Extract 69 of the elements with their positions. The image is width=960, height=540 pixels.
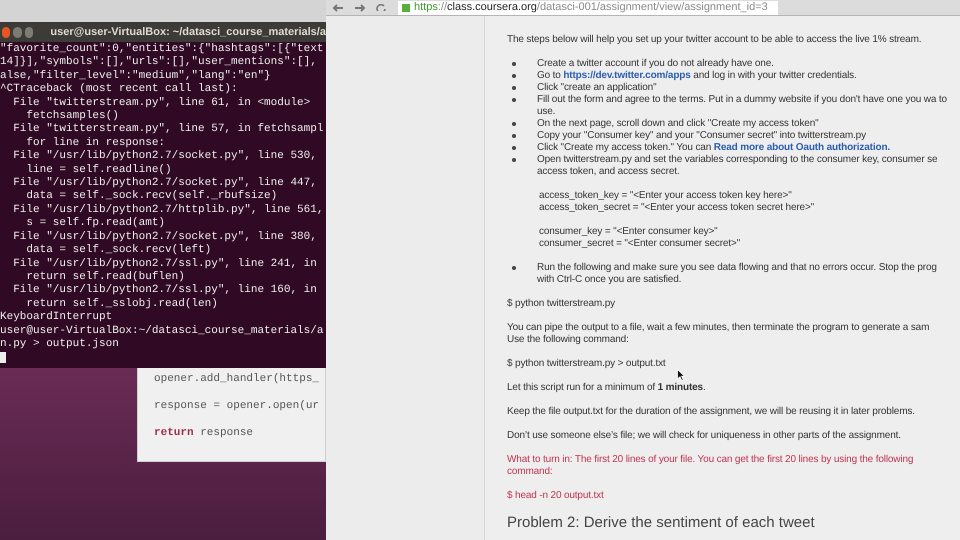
terminal-line: for line in response: — [25, 136, 166, 149]
list-item-text: Go to https://dev.twitter.com/apps and log in with your twitter credentials. — [537, 70, 858, 82]
terminal-line: File "twitterstream.py", line 61, in <module> — [12, 96, 310, 109]
minimize-button[interactable] — [13, 26, 22, 38]
forward-icon[interactable] — [354, 4, 366, 12]
code-line: consumer_key = "<Enter consumer key>" — [539, 226, 719, 238]
code-line: consumer_secret = "<Enter consumer secret>" — [539, 238, 742, 250]
warning-text: What to turn in: The first 20 lines of your file. You can get the first 20 lines by using the following command: — [507, 454, 914, 478]
paragraph: You can pipe the output to a file, wait a few minutes, then terminate the program to generate a sam Use the following command: — [507, 322, 930, 346]
terminal-line: File "/usr/lib/python2.7/socket.py", line 530, — [12, 150, 317, 162]
code-line: access_token_secret = "<Enter your access token secret here>" — [539, 202, 816, 214]
terminal-line: user@user-VirtualBox:~/datasci_course_materials/a — [0, 324, 324, 337]
code-line: opener.add_handler(https_ — [154, 372, 320, 387]
terminal-line: fetchsamples() — [25, 110, 119, 122]
list-item-text: Click "create an application" — [537, 82, 658, 94]
terminal-line: ^CTraceback (most recent call last): — [0, 83, 238, 96]
bullet-icon — [512, 86, 516, 90]
bullet-icon — [512, 98, 516, 102]
bullet-icon — [512, 266, 516, 270]
warning-text: $ head -n 20 output.txt — [507, 490, 605, 502]
terminal-line: File "/usr/lib/python2.7/socket.py", line 380, — [12, 230, 317, 243]
terminal-line: File "/usr/lib/python2.7/socket.py", line 447, — [12, 177, 317, 190]
terminal-line: File "/usr/lib/python2.7/ssl.py", line 160, in — [12, 284, 317, 296]
bullet-icon — [512, 74, 516, 78]
close-button[interactable] — [2, 26, 10, 38]
bullet-icon — [512, 146, 516, 150]
terminal-line: "favorite_count":0,"entities":{"hashtags":[{"text — [0, 43, 324, 55]
code-line: access_token_key = "<Enter your access token key here>" — [539, 190, 793, 202]
terminal-line: data = self._sock.recv(self._rbufsize) — [25, 190, 278, 202]
reload-icon[interactable] — [376, 4, 386, 11]
terminal-line: s = self.fp.read(amt) — [25, 217, 166, 230]
terminal-line: File "/usr/lib/python2.7/httplib.py", line 561, — [12, 204, 324, 216]
paragraph: Let this script run for a minimum of 1 minutes. — [507, 382, 707, 394]
terminal-line: n.py > output.json — [0, 338, 119, 350]
list-item-text: Fill out the form and agree to the terms. Put in a dummy website if you don't have one you wa to use. — [537, 94, 947, 118]
list-item-text: Run the following and make sure you see data flowing and that no errors occur. Stop the prog with Ctrl-C once you are satisfied. — [537, 262, 938, 286]
terminal-line: return self.read(buflen) — [25, 270, 185, 283]
terminal-line: line = self.readline() — [25, 164, 172, 176]
bullet-icon — [512, 62, 516, 66]
back-icon[interactable] — [332, 4, 344, 12]
paragraph: The steps below will help you set up your twitter account to be able to access the live 1% stream. — [507, 34, 922, 46]
list-item-text: Open twitterstream.py and set the variables corresponding to the consumer key, consumer se access token, and access secret. — [537, 154, 938, 178]
paragraph: $ python twitterstream.py — [507, 298, 616, 310]
terminal-line: File "twitterstream.py", line 57, in fetchsampl — [12, 123, 324, 136]
paragraph: $ python twitterstream.py > output.txt — [507, 358, 667, 370]
terminal-line: 14]}],"symbols":[],"urls":[],"user_mentions":[], — [0, 56, 317, 68]
paragraph: Keep the file output.txt for the duration of the assignment, we will be reusing it in later problems. — [507, 406, 916, 418]
list-item-text: On the next page, scroll down and click "Create my access token" — [537, 118, 820, 130]
bullet-icon — [512, 134, 516, 138]
section-heading: Problem 2: Derive the sentiment of each tweet — [507, 514, 816, 532]
window-title: user@user-VirtualBox: ~/datasci_course_materials/a — [50, 24, 326, 40]
terminal-line: File "/usr/lib/python2.7/ssl.py", line 241, in — [12, 258, 317, 270]
terminal-line: alse,"filter_level":"medium","lang":"en"} — [0, 70, 271, 82]
terminal-line: KeyboardInterrupt — [0, 311, 112, 324]
code-line: return response — [154, 426, 254, 441]
terminal-line: return self._sslobj.read(len) — [25, 298, 218, 310]
list-item-text: Click "Create my access token." You can Read more about Oauth authorization. — [537, 142, 892, 154]
terminal-cursor — [0, 352, 6, 364]
link[interactable]: Read more about Oauth authorization. — [714, 142, 890, 153]
list-item-text: Create a twitter account if you do not already have one. — [537, 58, 775, 70]
maximize-button[interactable] — [24, 26, 34, 38]
bullet-icon — [512, 158, 516, 162]
paragraph: Don’t use someone else’s file; we will check for uniqueness in other parts of the assignment. — [507, 430, 902, 442]
code-line: response = opener.open(ur — [154, 399, 320, 414]
bullet-icon — [512, 122, 516, 126]
mouse-cursor-icon — [677, 369, 685, 381]
terminal-line: data = self._sock.recv(left) — [25, 244, 212, 256]
list-item-text: Copy your "Consumer key" and your "Consumer secret" into twitterstream.py — [537, 130, 867, 142]
link[interactable]: https://dev.twitter.com/apps — [563, 70, 691, 81]
